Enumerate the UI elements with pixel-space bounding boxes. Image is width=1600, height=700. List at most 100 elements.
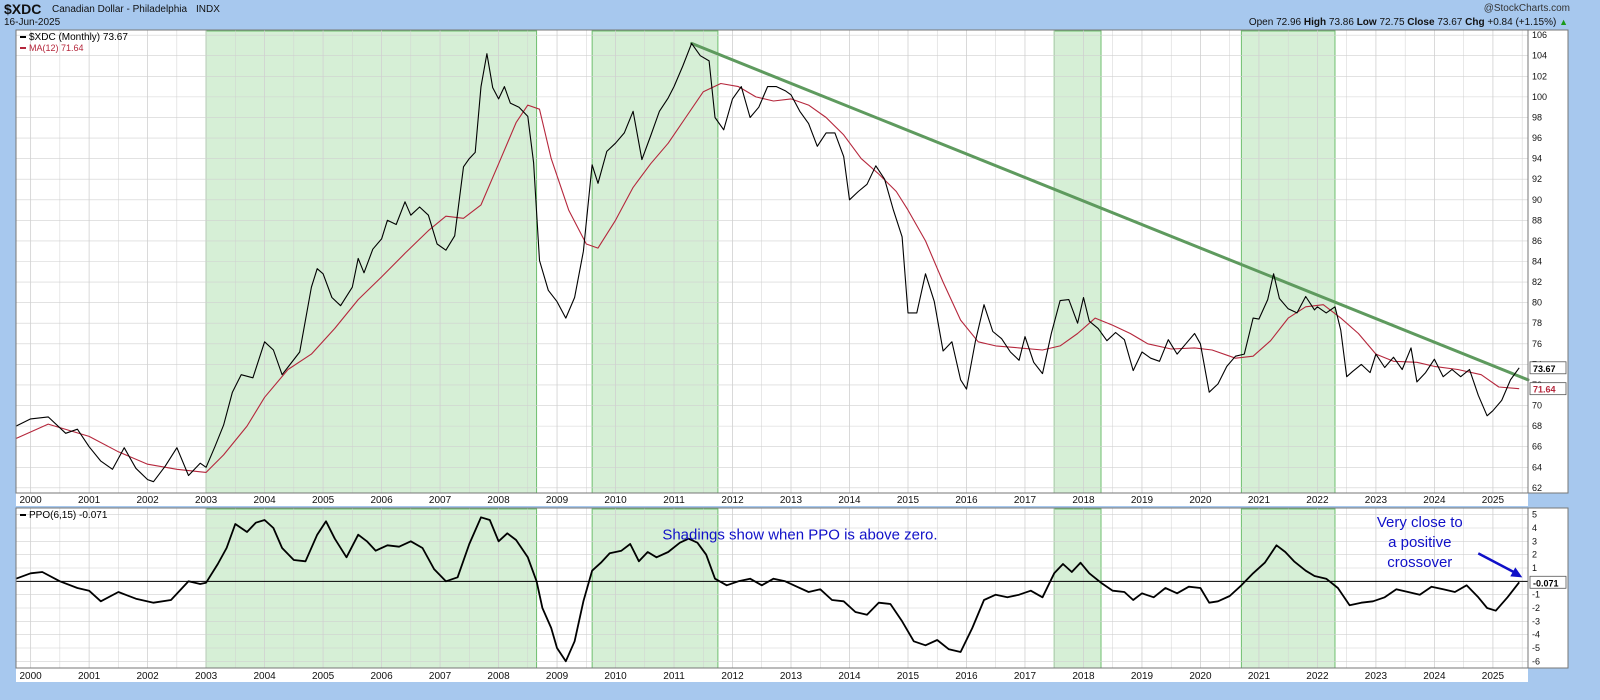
y-tick-label: 2	[1532, 550, 1537, 560]
x-tick-label: 2012	[721, 671, 744, 682]
x-tick-label: 2003	[195, 495, 218, 506]
y-tick-label: 86	[1532, 236, 1542, 246]
x-tick-label: 2005	[312, 495, 335, 506]
legend-entry: PPO(6,15) -0.071	[29, 510, 108, 521]
x-axis-band-top	[16, 493, 1528, 506]
shade-region-ppo	[1053, 508, 1102, 669]
x-tick-label: 2004	[253, 671, 276, 682]
x-tick-label: 2006	[370, 495, 393, 506]
y-tick-label: -4	[1532, 630, 1540, 640]
x-tick-label: 2018	[1072, 495, 1095, 506]
x-tick-label: 2014	[838, 671, 861, 682]
x-tick-label: 2007	[429, 495, 452, 506]
x-tick-label: 2011	[663, 671, 685, 682]
x-tick-label: 2013	[780, 671, 803, 682]
y-tick-label: -6	[1532, 656, 1540, 666]
x-tick-label: 2014	[838, 495, 861, 506]
last-ppo-tag: -0.071	[1533, 578, 1559, 588]
y-tick-label: -3	[1532, 616, 1540, 626]
x-tick-label: 2009	[546, 495, 569, 506]
x-tick-label: 2025	[1482, 495, 1505, 506]
y-tick-label: -1	[1532, 590, 1540, 600]
x-tick-label: 2009	[546, 671, 569, 682]
y-tick-label: 84	[1532, 257, 1542, 267]
y-tick-label: 102	[1532, 71, 1547, 81]
x-tick-label: 2022	[1306, 495, 1329, 506]
y-tick-label: 62	[1532, 483, 1542, 493]
y-tick-label: 66	[1532, 442, 1542, 452]
x-tick-label: 2001	[78, 671, 101, 682]
x-tick-label: 2002	[136, 671, 159, 682]
y-tick-label: 68	[1532, 421, 1542, 431]
x-tick-label: 2024	[1423, 671, 1446, 682]
x-tick-label: 2004	[253, 495, 276, 506]
shading-annotation: Shadings show when PPO is above zero.	[662, 527, 937, 544]
x-tick-label: 2023	[1365, 671, 1388, 682]
y-tick-label: 94	[1532, 154, 1542, 164]
y-tick-label: 92	[1532, 174, 1542, 184]
x-tick-label: 2019	[1131, 671, 1154, 682]
crossover-annotation: Very close to	[1377, 514, 1463, 531]
x-tick-label: 2000	[19, 671, 42, 682]
legend-entry: MA(12) 71.64	[29, 43, 84, 53]
x-tick-label: 2001	[78, 495, 101, 506]
last-ma-tag: 71.64	[1533, 385, 1556, 395]
x-tick-label: 2021	[1248, 495, 1271, 506]
x-tick-label: 2006	[370, 671, 393, 682]
x-tick-label: 2015	[897, 671, 920, 682]
y-tick-label: 1	[1532, 563, 1537, 573]
chart-svg: 2000 2000 2001 2001 2002 2002 2003 2003 2004 2004…	[15, 29, 1569, 682]
y-tick-label: 3	[1532, 536, 1537, 546]
x-tick-label: 2017	[1014, 495, 1037, 506]
x-tick-label: 2007	[429, 671, 452, 682]
y-tick-label: -5	[1532, 643, 1540, 653]
x-tick-label: 2012	[721, 495, 744, 506]
x-tick-label: 2011	[663, 495, 685, 506]
y-tick-label: 80	[1532, 298, 1542, 308]
crossover-annotation: a positive	[1388, 534, 1451, 551]
x-tick-label: 2019	[1131, 495, 1154, 506]
x-tick-label: 2005	[312, 671, 335, 682]
x-tick-label: 2025	[1482, 671, 1505, 682]
shade-region-price	[591, 30, 719, 494]
x-tick-label: 2013	[780, 495, 803, 506]
x-tick-label: 2018	[1072, 671, 1095, 682]
crossover-annotation: crossover	[1387, 554, 1452, 571]
x-tick-label: 2015	[897, 495, 920, 506]
x-tick-label: 2023	[1365, 495, 1388, 506]
last-price-tag: 73.67	[1533, 364, 1556, 374]
x-tick-label: 2010	[604, 495, 627, 506]
y-tick-label: 76	[1532, 339, 1542, 349]
y-tick-label: 96	[1532, 133, 1542, 143]
shade-region-price	[1053, 30, 1102, 494]
x-tick-label: 2024	[1423, 495, 1446, 506]
x-axis-band-bottom	[16, 668, 1528, 682]
y-tick-label: -2	[1532, 603, 1540, 613]
x-tick-label: 2010	[604, 671, 627, 682]
x-tick-label: 2016	[955, 495, 978, 506]
y-tick-label: 106	[1532, 30, 1547, 40]
x-tick-label: 2017	[1014, 671, 1037, 682]
y-tick-label: 4	[1532, 523, 1537, 533]
x-tick-label: 2016	[955, 671, 978, 682]
shade-region-ppo	[205, 508, 538, 669]
y-tick-label: 82	[1532, 277, 1542, 287]
y-tick-label: 104	[1532, 51, 1547, 61]
x-tick-label: 2003	[195, 671, 218, 682]
y-tick-label: 70	[1532, 401, 1542, 411]
x-tick-label: 2021	[1248, 671, 1271, 682]
x-tick-label: 2020	[1189, 495, 1212, 506]
y-tick-label: 78	[1532, 318, 1542, 328]
x-tick-label: 2022	[1306, 671, 1329, 682]
y-tick-label: 90	[1532, 195, 1542, 205]
x-tick-label: 2008	[487, 495, 510, 506]
y-tick-label: 88	[1532, 215, 1542, 225]
y-tick-label: 64	[1532, 462, 1542, 472]
y-tick-label: 98	[1532, 112, 1542, 122]
y-tick-label: 100	[1532, 92, 1547, 102]
x-tick-label: 2000	[19, 495, 42, 506]
x-tick-label: 2020	[1189, 671, 1212, 682]
legend-entry: $XDC (Monthly) 73.67	[29, 32, 128, 43]
y-tick-label: 5	[1532, 510, 1537, 520]
shade-region-price	[205, 30, 538, 494]
